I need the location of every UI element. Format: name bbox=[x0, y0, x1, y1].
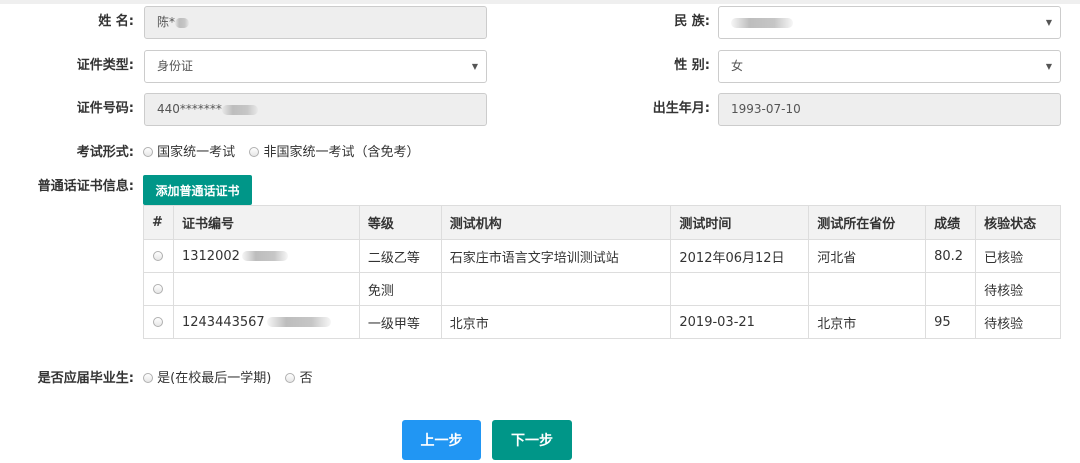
dropdown-caret-icon: ▼ bbox=[1045, 18, 1052, 27]
id-type-select[interactable]: 身份证 ▼ bbox=[144, 50, 487, 83]
redacted-blur bbox=[731, 17, 793, 28]
name-value: 陈* bbox=[157, 15, 176, 29]
id-type-value: 身份证 bbox=[157, 59, 194, 73]
cert-agency: 北京市 bbox=[440, 305, 672, 339]
exam-form-option-label: 非国家统一考试（含免考） bbox=[263, 145, 420, 160]
redacted-blur bbox=[266, 317, 331, 327]
graduate-label: 是否应届毕业生: bbox=[37, 371, 134, 386]
cert-level: 免测 bbox=[358, 272, 442, 306]
column-header: 测试时间 bbox=[670, 205, 810, 240]
birth-value: 1993-07-10 bbox=[731, 102, 801, 116]
redacted-blur bbox=[221, 104, 258, 115]
gender-select[interactable]: 女 ▼ bbox=[718, 50, 1061, 83]
cert-score: 80.2 bbox=[925, 239, 977, 273]
top-border bbox=[0, 0, 1080, 4]
gender-value: 女 bbox=[731, 59, 744, 73]
next-step-button[interactable]: 下一步 bbox=[492, 420, 572, 460]
graduate-option-label: 是(在校最后一学期) bbox=[157, 371, 272, 386]
cert-score: 95 bbox=[925, 305, 977, 339]
cert-score bbox=[925, 272, 977, 306]
cert-province bbox=[808, 272, 927, 306]
cert-status: 已核验 bbox=[975, 239, 1061, 273]
table-row[interactable]: 免测 待核验 bbox=[143, 272, 1061, 306]
redacted-blur bbox=[175, 17, 190, 28]
ethnicity-select[interactable]: ▼ bbox=[718, 6, 1061, 39]
cert-level: 二级乙等 bbox=[358, 239, 442, 273]
cert-status: 待核验 bbox=[975, 305, 1061, 339]
dropdown-caret-icon: ▼ bbox=[471, 62, 478, 71]
table-row[interactable]: 1243443567 一级甲等 北京市 2019-03-21 北京市 95 待核… bbox=[143, 305, 1061, 339]
cert-agency bbox=[440, 272, 672, 306]
cert-date: 2012年06月12日 bbox=[670, 239, 810, 273]
cert-number: 1243443567 bbox=[181, 314, 265, 330]
column-header: 测试机构 bbox=[440, 205, 672, 240]
cert-province: 河北省 bbox=[808, 239, 927, 273]
table-header-row: # 证书编号 等级 测试机构 测试时间 测试所在省份 成绩 核验状态 bbox=[143, 205, 1061, 240]
certificate-table: # 证书编号 等级 测试机构 测试时间 测试所在省份 成绩 核验状态 13120… bbox=[143, 205, 1061, 339]
birth-field: 1993-07-10 bbox=[718, 93, 1061, 126]
id-number-value: 440******* bbox=[157, 102, 222, 116]
add-mandarin-certificate-button[interactable]: 添加普通话证书 bbox=[143, 175, 252, 205]
row-select-radio[interactable] bbox=[153, 316, 164, 327]
redacted-blur bbox=[241, 251, 288, 261]
row-select-radio[interactable] bbox=[153, 283, 164, 294]
mandarin-label: 普通话证书信息: bbox=[37, 179, 134, 194]
ethnicity-label: 民 族: bbox=[674, 14, 710, 29]
cert-level: 一级甲等 bbox=[358, 305, 442, 339]
exam-form-radio-national[interactable] bbox=[143, 147, 153, 157]
gender-label: 性 别: bbox=[674, 58, 710, 73]
dropdown-caret-icon: ▼ bbox=[1045, 62, 1052, 71]
column-header: 证书编号 bbox=[172, 205, 360, 240]
cert-date bbox=[670, 272, 810, 306]
cert-status: 待核验 bbox=[975, 272, 1061, 306]
cert-date: 2019-03-21 bbox=[670, 305, 810, 339]
column-header: 成绩 bbox=[925, 205, 977, 240]
cert-number: 1312002 bbox=[181, 248, 240, 264]
prev-step-button[interactable]: 上一步 bbox=[402, 420, 481, 460]
column-header: 等级 bbox=[358, 205, 442, 240]
row-select-radio[interactable] bbox=[153, 250, 164, 261]
id-type-label: 证件类型: bbox=[76, 58, 134, 73]
graduate-option-label: 否 bbox=[299, 371, 313, 386]
graduate-radio-yes[interactable] bbox=[143, 373, 153, 383]
exam-form-options: 国家统一考试 非国家统一考试（含免考） bbox=[143, 143, 429, 163]
id-number-field: 440******* bbox=[144, 93, 487, 126]
column-header: 核验状态 bbox=[975, 205, 1061, 240]
name-label: 姓 名: bbox=[98, 14, 134, 29]
birth-label: 出生年月: bbox=[652, 101, 710, 116]
graduate-radio-no[interactable] bbox=[285, 373, 296, 383]
cert-number bbox=[172, 272, 360, 306]
column-header: # bbox=[143, 205, 174, 240]
column-header: 测试所在省份 bbox=[808, 205, 927, 240]
exam-form-radio-non-national[interactable] bbox=[249, 147, 260, 157]
exam-form-option-label: 国家统一考试 bbox=[157, 145, 236, 160]
cert-agency: 石家庄市语言文字培训测试站 bbox=[440, 239, 672, 273]
table-row[interactable]: 1312002 二级乙等 石家庄市语言文字培训测试站 2012年06月12日 河… bbox=[143, 239, 1061, 273]
cert-province: 北京市 bbox=[808, 305, 927, 339]
graduate-options: 是(在校最后一学期) 否 bbox=[143, 369, 323, 389]
exam-form-label: 考试形式: bbox=[76, 145, 134, 160]
name-field: 陈* bbox=[144, 6, 487, 39]
id-number-label: 证件号码: bbox=[76, 101, 134, 116]
